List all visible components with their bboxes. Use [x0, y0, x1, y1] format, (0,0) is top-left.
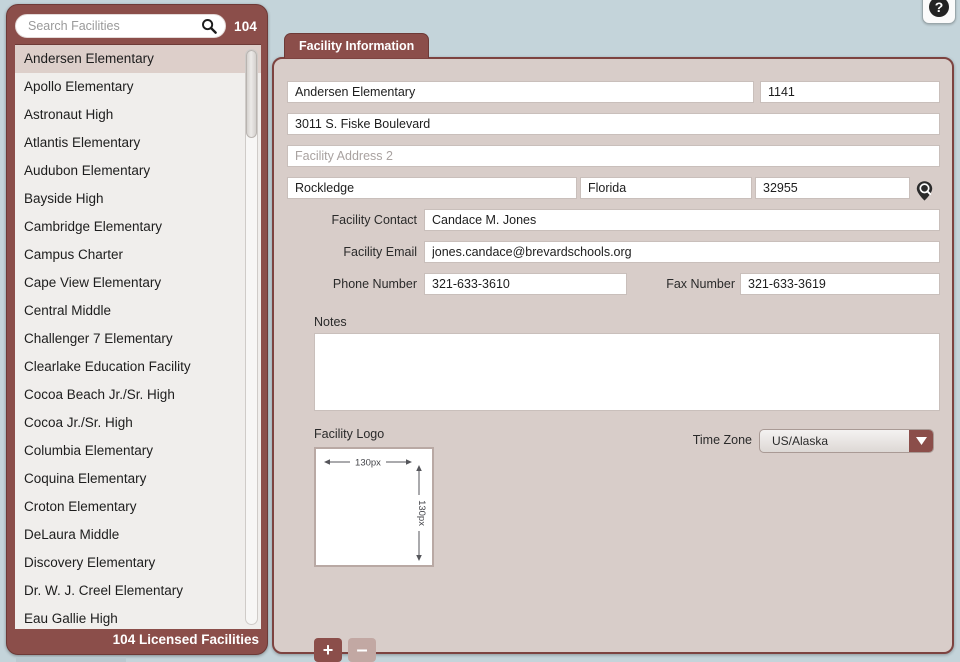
map-pin-search-icon[interactable]	[915, 180, 934, 202]
list-item[interactable]: Andersen Elementary	[15, 45, 261, 73]
list-item[interactable]: Campus Charter	[15, 241, 261, 269]
chevron-down-icon[interactable]	[909, 430, 933, 452]
facilities-list[interactable]: Andersen ElementaryApollo ElementaryAstr…	[15, 45, 261, 629]
facility-address1-input[interactable]	[287, 113, 940, 135]
fax-number-label: Fax Number	[629, 273, 735, 295]
list-item[interactable]: Columbia Elementary	[15, 437, 261, 465]
facility-zip-input[interactable]	[755, 177, 910, 199]
facility-name-input[interactable]	[287, 81, 754, 103]
facility-count-badge: 104	[234, 19, 257, 34]
svg-text:130px: 130px	[416, 500, 426, 526]
facility-information-panel: Facility Contact Facility Email Phone Nu…	[272, 57, 954, 654]
svg-text:130px: 130px	[355, 458, 381, 469]
list-item[interactable]: Cocoa Jr./Sr. High	[15, 409, 261, 437]
facility-logo-preview[interactable]: 130px 130px	[314, 447, 434, 567]
background-sliver	[16, 657, 126, 662]
facility-address2-input[interactable]	[287, 145, 940, 167]
list-item[interactable]: Apollo Elementary	[15, 73, 261, 101]
facility-contact-input[interactable]	[424, 209, 940, 231]
facility-email-label: Facility Email	[292, 241, 417, 263]
list-item[interactable]: Astronaut High	[15, 101, 261, 129]
time-zone-label: Time Zone	[644, 429, 752, 451]
list-item[interactable]: Coquina Elementary	[15, 465, 261, 493]
minus-icon: –	[356, 640, 367, 660]
list-item[interactable]: Cocoa Beach Jr./Sr. High	[15, 381, 261, 409]
list-item[interactable]: Central Middle	[15, 297, 261, 325]
list-item[interactable]: Dr. W. J. Creel Elementary	[15, 577, 261, 605]
plus-icon: +	[323, 641, 334, 659]
list-item[interactable]: Challenger 7 Elementary	[15, 325, 261, 353]
list-item[interactable]: Discovery Elementary	[15, 549, 261, 577]
facilities-scrollbar-thumb[interactable]	[246, 50, 257, 138]
search-icon[interactable]	[201, 18, 217, 34]
facilities-list-container: Andersen ElementaryApollo ElementaryAstr…	[15, 44, 261, 629]
search-box[interactable]	[15, 14, 226, 38]
facility-city-input[interactable]	[287, 177, 577, 199]
fax-number-input[interactable]	[740, 273, 940, 295]
notes-label: Notes	[314, 311, 434, 333]
tab-facility-information[interactable]: Facility Information	[284, 33, 429, 58]
list-item[interactable]: Cape View Elementary	[15, 269, 261, 297]
search-input[interactable]	[28, 19, 201, 33]
facility-email-input[interactable]	[424, 241, 940, 263]
facilities-sidebar: 104 Andersen ElementaryApollo Elementary…	[6, 4, 268, 655]
facility-number-input[interactable]	[760, 81, 940, 103]
help-button[interactable]: ?	[922, 0, 956, 24]
list-item[interactable]: Bayside High	[15, 185, 261, 213]
list-item[interactable]: Clearlake Education Facility	[15, 353, 261, 381]
notes-textarea[interactable]	[314, 333, 940, 411]
logo-height-dimension: 130px	[412, 465, 426, 561]
logo-width-dimension: 130px	[324, 455, 412, 469]
list-item[interactable]: DeLaura Middle	[15, 521, 261, 549]
licensed-facilities-footer: 104 Licensed Facilities	[7, 626, 269, 654]
list-item[interactable]: Croton Elementary	[15, 493, 261, 521]
phone-number-label: Phone Number	[292, 273, 417, 295]
remove-logo-button[interactable]: –	[348, 638, 376, 662]
sidebar-search-row: 104	[15, 14, 261, 38]
svg-text:?: ?	[935, 0, 944, 15]
app-window: 104 Andersen ElementaryApollo Elementary…	[0, 0, 960, 662]
time-zone-value: US/Alaska	[760, 430, 909, 452]
list-item[interactable]: Cambridge Elementary	[15, 213, 261, 241]
add-logo-button[interactable]: +	[314, 638, 342, 662]
facility-state-input[interactable]	[580, 177, 752, 199]
facility-contact-label: Facility Contact	[292, 209, 417, 231]
time-zone-select[interactable]: US/Alaska	[759, 429, 934, 453]
list-item[interactable]: Audubon Elementary	[15, 157, 261, 185]
facilities-scrollbar[interactable]	[245, 49, 258, 625]
help-circle-icon: ?	[928, 0, 950, 18]
facility-logo-label: Facility Logo	[314, 423, 454, 445]
list-item[interactable]: Atlantis Elementary	[15, 129, 261, 157]
phone-number-input[interactable]	[424, 273, 627, 295]
